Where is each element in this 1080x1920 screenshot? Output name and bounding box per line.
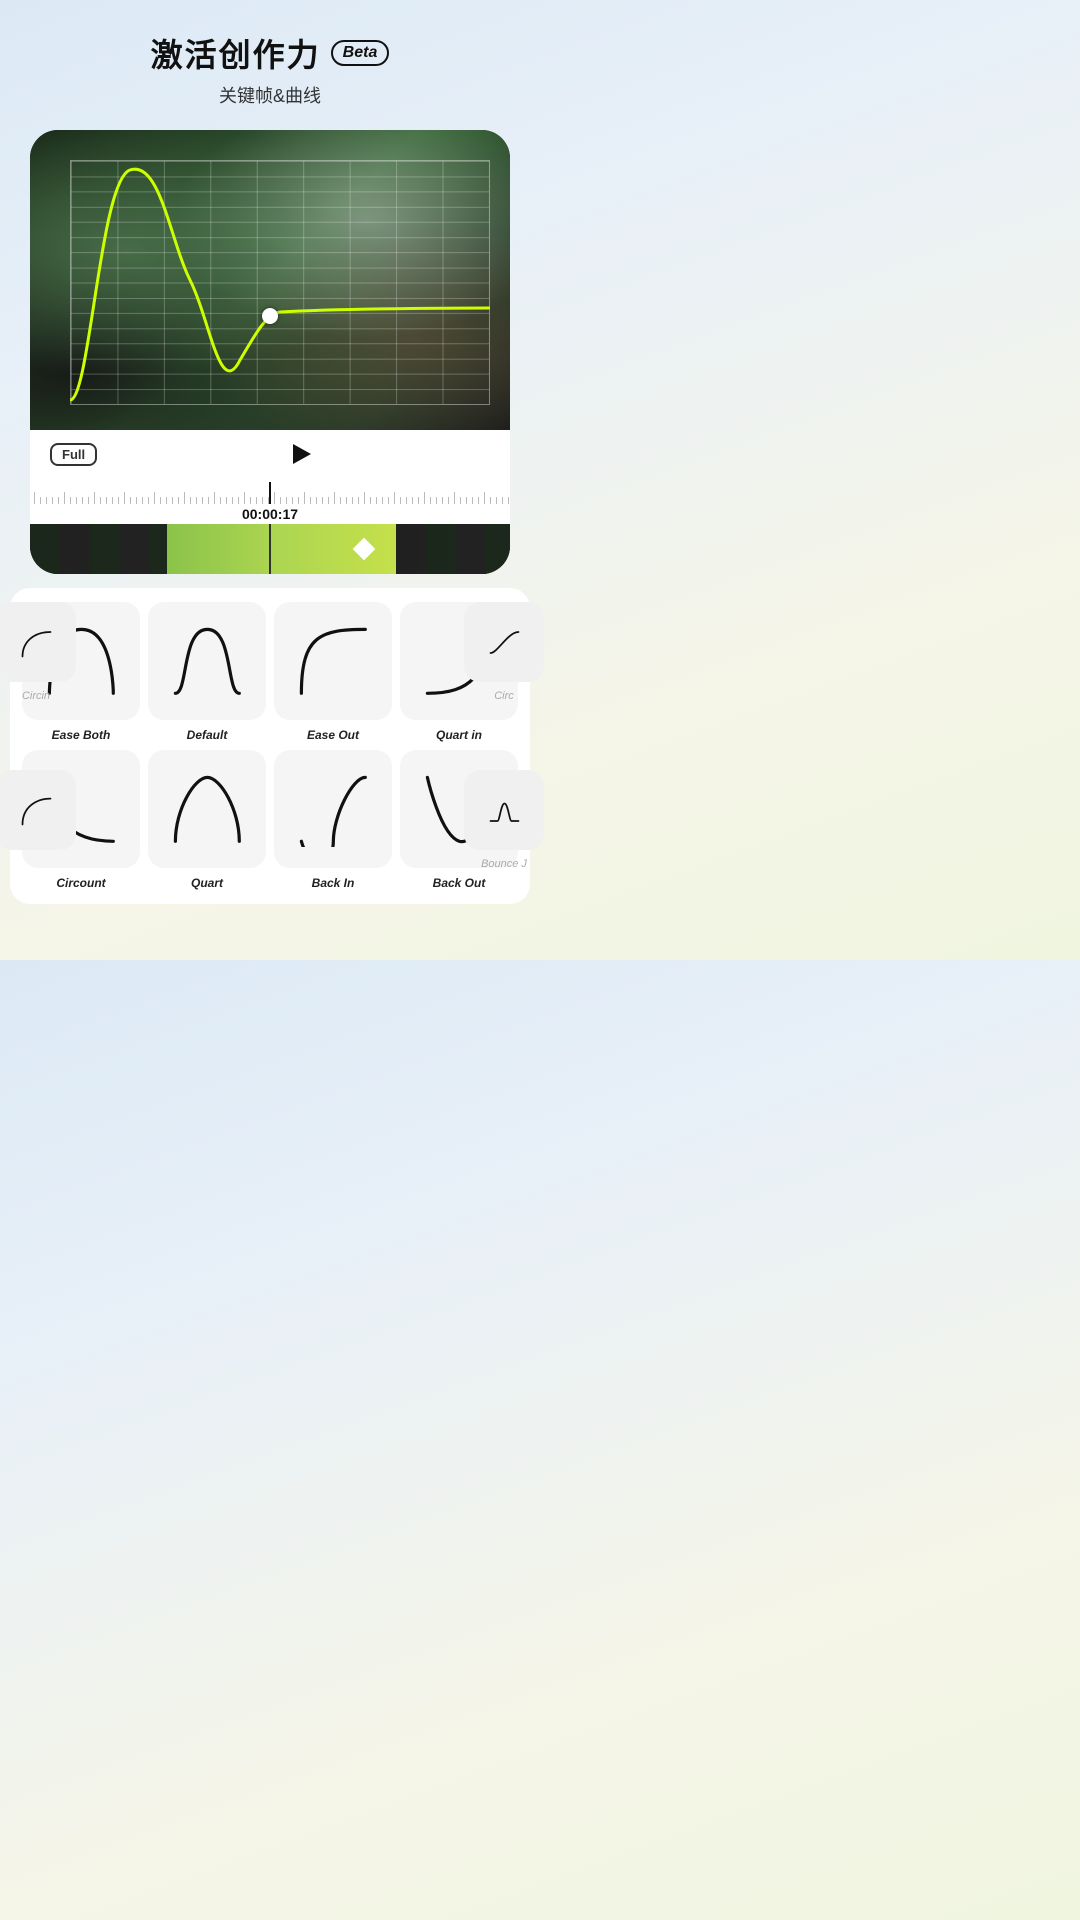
ease-out-label: Ease Out <box>307 728 359 742</box>
quart-icon <box>169 771 246 848</box>
header-subtitle: 关键帧&曲线 <box>0 82 540 108</box>
curve-handle[interactable] <box>262 308 278 324</box>
full-button[interactable]: Full <box>50 443 97 466</box>
bounce-label: Bounce J <box>464 858 544 870</box>
quart-label: Quart <box>191 876 223 890</box>
ease-out-card[interactable] <box>274 602 392 720</box>
presets-row1: Ease Both Default Ease Out <box>22 602 518 742</box>
video-editor: Full 00:00:17 <box>30 130 510 574</box>
circin-label: Circin <box>0 690 76 702</box>
side-right: Circ Bounce J <box>464 602 544 870</box>
preset-default[interactable]: Default <box>148 602 266 742</box>
circin-row2-card[interactable] <box>0 770 76 850</box>
quart-card[interactable] <box>148 750 266 868</box>
bounce-icon <box>487 793 522 828</box>
timeline-strip[interactable] <box>30 524 510 574</box>
back-in-label: Back In <box>312 876 355 890</box>
circin-row2-icon <box>19 793 54 828</box>
strip-right-dark <box>396 524 510 574</box>
preset-ease-out[interactable]: Ease Out <box>274 602 392 742</box>
default-icon <box>169 623 246 700</box>
bounce-card[interactable] <box>464 770 544 850</box>
presets-row2: Circount Quart Back In <box>22 750 518 890</box>
playhead-line <box>269 524 271 574</box>
circin-icon <box>19 625 54 660</box>
circ-label: Circ <box>464 690 544 702</box>
default-card[interactable] <box>148 602 266 720</box>
controls-bar: Full <box>30 430 510 478</box>
back-in-card[interactable] <box>274 750 392 868</box>
timeline-ruler[interactable] <box>30 482 510 504</box>
ease-out-icon <box>295 623 372 700</box>
circ-card[interactable] <box>464 602 544 682</box>
timeline-section: 00:00:17 <box>30 478 510 574</box>
circin-card[interactable] <box>0 602 76 682</box>
animation-curve <box>70 160 490 405</box>
beta-badge: Beta <box>331 40 390 66</box>
timeline-time: 00:00:17 <box>30 504 510 524</box>
circount-label: Circount <box>56 876 105 890</box>
strip-left-dark <box>30 524 167 574</box>
video-bg <box>30 130 510 430</box>
presets-panel: Circin Circ Bounce J <box>10 588 530 904</box>
preset-back-in[interactable]: Back In <box>274 750 392 890</box>
play-button[interactable] <box>288 440 316 468</box>
header-title: 激活创作力 <box>151 30 321 76</box>
timeline-needle[interactable] <box>269 482 271 504</box>
preset-quart[interactable]: Quart <box>148 750 266 890</box>
header: 激活创作力 Beta 关键帧&曲线 <box>0 0 540 118</box>
side-left: Circin <box>0 602 76 858</box>
back-out-label: Back Out <box>433 876 486 890</box>
back-in-icon <box>295 771 372 848</box>
circ-icon <box>487 625 522 660</box>
default-label: Default <box>187 728 228 742</box>
play-icon <box>293 444 311 464</box>
